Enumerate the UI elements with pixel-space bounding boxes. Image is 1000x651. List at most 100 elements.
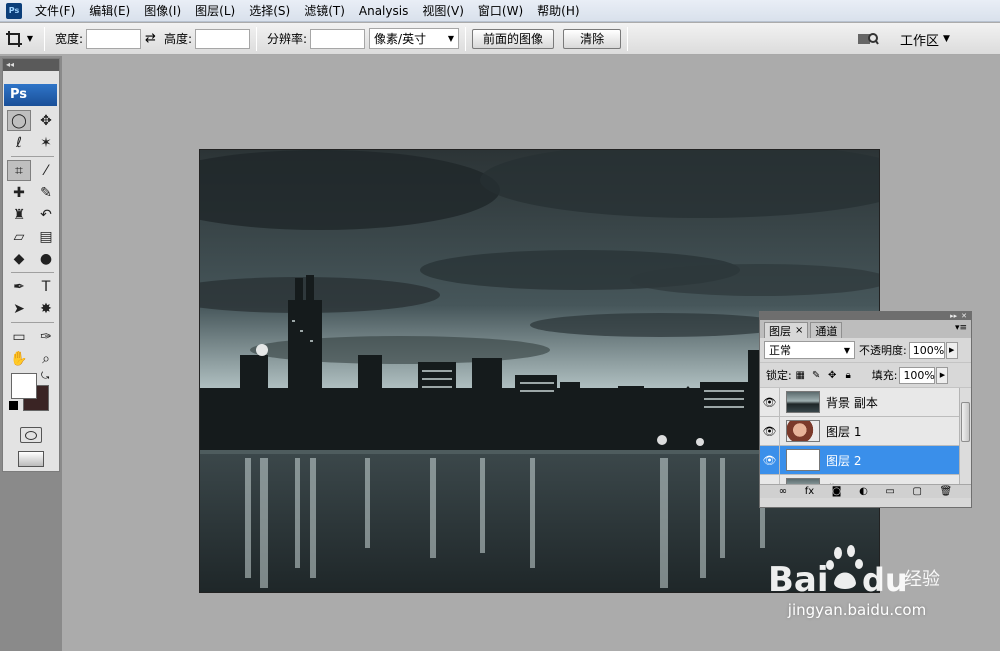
eraser-tool-icon[interactable]: ▱ — [7, 226, 31, 247]
menu-item[interactable]: 选择(S) — [242, 0, 297, 22]
blur-tool-icon[interactable]: ◆ — [7, 248, 31, 269]
toolbox-logo: Ps — [4, 84, 57, 106]
width-label: 宽度: — [55, 32, 84, 46]
menu-item[interactable]: 图像(I) — [137, 0, 188, 22]
quick-mask-icon[interactable] — [20, 427, 42, 443]
fill-input[interactable]: 100% — [899, 366, 936, 384]
resolution-unit-value: 像素/英寸 — [374, 32, 427, 46]
photoshop-app-icon[interactable]: Ps — [6, 2, 22, 19]
visibility-eye-icon[interactable]: 👁︎ — [760, 474, 780, 484]
swap-dimensions-icon[interactable]: ⇄ — [145, 31, 156, 46]
separator — [256, 26, 257, 51]
adjustment-icon[interactable]: ◐ — [859, 486, 868, 497]
tab-close-icon[interactable]: × — [795, 325, 803, 336]
height-input[interactable] — [195, 28, 250, 49]
visibility-eye-icon[interactable]: 👁︎ — [760, 388, 780, 417]
tab-channels[interactable]: 通道 — [810, 322, 843, 338]
brush-tool-icon[interactable]: ✎ — [34, 182, 58, 203]
layer-name[interactable]: 背景 — [826, 481, 850, 485]
crop-tool-icon[interactable]: ⌗ — [7, 160, 31, 181]
blend-mode-value: 正常 — [769, 344, 791, 357]
layer-row[interactable]: 👁︎ 图层 1 — [760, 416, 971, 446]
eyedropper-tool-icon[interactable]: ✑ — [34, 326, 58, 347]
layer-name[interactable]: 图层 1 — [826, 423, 861, 440]
panel-menu-icon[interactable]: ▾≡ — [955, 323, 967, 333]
layer-thumbnail — [786, 449, 820, 471]
elliptical-marquee-tool-icon[interactable]: ◯ — [7, 110, 31, 131]
zoom-tool-icon[interactable]: ⌕ — [34, 348, 58, 369]
gradient-tool-icon[interactable]: ▤ — [34, 226, 58, 247]
lock-pixels-icon[interactable]: ✎ — [810, 369, 823, 382]
lock-transparency-icon[interactable]: ▦ — [794, 369, 807, 382]
watermark-url: jingyan.baidu.com — [787, 601, 927, 619]
collapse-icon[interactable]: ▸▸ — [950, 312, 957, 320]
blend-mode-select[interactable]: 正常 ▼ — [764, 341, 855, 359]
magic-wand-tool-icon[interactable]: ✶ — [34, 132, 58, 153]
opacity-input[interactable]: 100% — [908, 341, 945, 359]
fill-slider-arrow-icon[interactable]: ▶ — [936, 366, 949, 384]
lock-all-icon[interactable]: 🔒︎ — [842, 369, 855, 382]
healing-brush-tool-icon[interactable]: ✚ — [7, 182, 31, 203]
layer-row[interactable]: 👁︎ 背景 — [760, 474, 971, 485]
width-input[interactable] — [86, 28, 142, 49]
move-tool-icon[interactable]: ✥ — [34, 110, 58, 131]
layer-name[interactable]: 图层 2 — [826, 452, 861, 469]
swap-colors-icon[interactable]: ⤿ — [41, 371, 49, 382]
history-brush-tool-icon[interactable]: ↶ — [34, 204, 58, 225]
notes-tool-icon[interactable]: ▭ — [7, 326, 31, 347]
layer-list-scrollbar[interactable] — [959, 388, 971, 484]
visibility-eye-icon[interactable]: 👁︎ — [760, 445, 780, 475]
menu-item[interactable]: 滤镜(T) — [297, 0, 352, 22]
layer-row[interactable]: 👁︎ 图层 2 — [760, 445, 971, 475]
mask-icon[interactable]: ◙ — [832, 486, 842, 497]
lock-position-icon[interactable]: ✥ — [826, 369, 839, 382]
layer-name[interactable]: 背景 副本 — [826, 394, 878, 411]
clone-stamp-tool-icon[interactable]: ♜ — [7, 204, 31, 225]
menu-item[interactable]: 图层(L) — [188, 0, 242, 22]
workspace-menu-button[interactable]: 工作区 ▼ — [892, 28, 958, 50]
menu-item[interactable]: 编辑(E) — [82, 0, 137, 22]
fx-icon[interactable]: fx — [805, 486, 814, 497]
height-label: 高度: — [163, 32, 192, 46]
resolution-input[interactable] — [310, 28, 366, 49]
scrollbar-thumb[interactable] — [961, 402, 970, 442]
visibility-eye-icon[interactable]: 👁︎ — [760, 416, 780, 446]
tab-layers[interactable]: 图层 × — [764, 322, 809, 338]
menu-items: 文件(F) 编辑(E) 图像(I) 图层(L) 选择(S) 滤镜(T) Analysis 视图… — [28, 0, 587, 22]
slice-tool-icon[interactable]: ⁄ — [34, 160, 58, 181]
group-icon[interactable]: ▭ — [885, 486, 894, 497]
new-layer-icon[interactable]: ▢ — [912, 486, 921, 497]
lock-label: 锁定: — [766, 369, 792, 382]
panel-title-bar[interactable]: ▸▸ ✕ — [760, 312, 971, 320]
menu-item[interactable]: Analysis — [352, 0, 415, 22]
panel-tabs: 图层 × 通道 ▾≡ — [760, 320, 971, 338]
menu-item[interactable]: 视图(V) — [415, 0, 471, 22]
default-colors-icon[interactable] — [9, 401, 18, 410]
menu-item[interactable]: 窗口(W) — [471, 0, 530, 22]
trash-icon[interactable]: 🗑︎ — [940, 486, 953, 497]
toolbox-collapse-icon[interactable]: ◂◂ — [3, 59, 59, 71]
lasso-tool-icon[interactable]: ℓ — [7, 132, 31, 153]
custom-shape-tool-icon[interactable]: ✸ — [34, 298, 58, 319]
baidu-logo: Bai du 经验 — [768, 545, 946, 601]
foreground-color-swatch[interactable] — [11, 373, 37, 399]
chevron-down-icon: ▼ — [943, 34, 950, 44]
clear-button[interactable]: 清除 — [563, 28, 622, 49]
resolution-unit-select[interactable]: 像素/英寸 ▼ — [369, 28, 460, 49]
screen-mode-icon[interactable] — [18, 451, 44, 467]
menu-bar: Ps 文件(F) 编辑(E) 图像(I) 图层(L) 选择(S) 滤镜(T) Analysi… — [0, 0, 1000, 22]
menu-item[interactable]: 帮助(H) — [530, 0, 586, 22]
close-icon[interactable]: ✕ — [961, 312, 967, 320]
layer-row[interactable]: 👁︎ 背景 副本 — [760, 388, 971, 417]
menu-item[interactable]: 文件(F) — [28, 0, 82, 22]
link-icon[interactable]: ∞ — [779, 486, 787, 497]
bridge-icon[interactable] — [856, 30, 880, 48]
path-selection-tool-icon[interactable]: ➤ — [7, 298, 31, 319]
crop-tool-preset-icon[interactable]: ▼ — [0, 26, 38, 52]
type-tool-icon[interactable]: T — [34, 276, 58, 297]
front-image-button[interactable]: 前面的图像 — [472, 28, 555, 49]
opacity-slider-arrow-icon[interactable]: ▶ — [945, 341, 958, 359]
dodge-tool-icon[interactable]: ● — [34, 248, 58, 269]
pen-tool-icon[interactable]: ✒ — [7, 276, 31, 297]
hand-tool-icon[interactable]: ✋ — [7, 348, 31, 369]
